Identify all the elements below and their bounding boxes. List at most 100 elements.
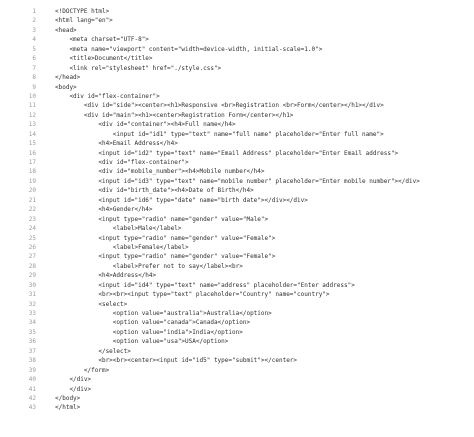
code-line[interactable]: 31 <br><br><input type="text" placeholde…	[0, 290, 474, 299]
code-line[interactable]: 40 </div>	[0, 375, 474, 384]
code-line[interactable]: 2 <html lang="en">	[0, 16, 474, 25]
line-code[interactable]: </body>	[55, 394, 80, 403]
line-code[interactable]: <br><br><input type="text" placeholder="…	[55, 290, 329, 299]
line-code[interactable]: <input id="id3" type="text" name="mobile…	[55, 177, 420, 186]
code-line[interactable]: 25 <input type="radio" name="gender" val…	[0, 234, 474, 243]
line-code[interactable]: <input type="radio" name="gender" value=…	[55, 234, 275, 243]
line-number: 25	[28, 234, 36, 242]
code-line[interactable]: 36 <option value="usa">USA</option>	[0, 337, 474, 346]
code-line[interactable]: 18 <div id="mobile_number"><h4>Mobile nu…	[0, 167, 474, 176]
code-line[interactable]: 7 <link rel="stylesheet" href="./style.c…	[0, 64, 474, 73]
line-code[interactable]: <body>	[55, 83, 77, 92]
code-line[interactable]: 20 <div id="birth_date"><h4>Date of Birt…	[0, 186, 474, 195]
code-line[interactable]: 11 <div id="side"><center><h1>Responsive…	[0, 101, 474, 110]
line-number: 40	[28, 376, 36, 384]
line-code[interactable]: </div>	[55, 385, 91, 394]
line-code[interactable]: <input id="id2" type="text" name="Email …	[55, 149, 398, 158]
code-line[interactable]: 17 <div id="flex-container">	[0, 158, 474, 167]
line-code[interactable]: <input id="id4" type="text" name="addres…	[55, 281, 354, 290]
line-code[interactable]: <div id="mobile_number"><h4>Mobile numbe…	[55, 167, 264, 176]
line-code[interactable]: <input id="id6" type="date" name="birth …	[55, 196, 308, 205]
code-line[interactable]: 37 </select>	[0, 347, 474, 356]
line-number: 1	[32, 8, 36, 15]
code-line[interactable]: 22 <h4>Gender</h4>	[0, 205, 474, 214]
code-line[interactable]: 9 <body>	[0, 83, 474, 92]
line-number: 29	[28, 272, 36, 280]
line-code[interactable]: <html lang="en">	[55, 16, 113, 25]
line-number: 19	[28, 177, 36, 185]
line-code[interactable]: </head>	[55, 73, 80, 82]
code-line[interactable]: 35 <option value="india">India</option>	[0, 328, 474, 337]
code-line[interactable]: 1 <!DOCTYPE html>	[0, 7, 474, 16]
code-line[interactable]: 29 <h4>Address</h4>	[0, 271, 474, 280]
line-code[interactable]: <option value="canada">Canada</option>	[55, 318, 250, 327]
code-line[interactable]: 39 </form>	[0, 366, 474, 375]
line-code[interactable]: <meta name="viewport" content="width=dev…	[55, 45, 322, 54]
code-line[interactable]: 33 <option value="australia">Australia</…	[0, 309, 474, 318]
line-code[interactable]: <div id="container"><h4>Full name</h4>	[55, 120, 235, 129]
code-line[interactable]: 23 <input type="radio" name="gender" val…	[0, 215, 474, 224]
line-code[interactable]: <option value="australia">Australia</opt…	[55, 309, 272, 318]
code-line[interactable]: 28 <label>Prefer not to say</label><br>	[0, 262, 474, 271]
line-code[interactable]: <select>	[55, 300, 127, 309]
line-number: 33	[28, 310, 36, 317]
code-line[interactable]: 21 <input id="id6" type="date" name="bir…	[0, 196, 474, 205]
line-code[interactable]: <label>Male</label>	[55, 224, 182, 233]
line-code[interactable]: </form>	[55, 366, 109, 375]
line-number: 39	[28, 366, 36, 374]
line-code[interactable]: <div id="birth_date"><h4>Date of Birth</…	[55, 186, 253, 195]
line-number: 4	[32, 36, 36, 44]
line-number: 36	[28, 338, 36, 346]
code-line[interactable]: 42 </body>	[0, 394, 474, 403]
line-code[interactable]: <!DOCTYPE html>	[55, 7, 109, 16]
code-line[interactable]: 19 <input id="id3" type="text" name="mob…	[0, 177, 474, 186]
code-line[interactable]: 12 <div id="main"><h1><center>Registrati…	[0, 111, 474, 120]
code-line[interactable]: 16 <input id="id2" type="text" name="Ema…	[0, 149, 474, 158]
line-code[interactable]: <div id="flex-container">	[55, 92, 159, 101]
line-code[interactable]: <link rel="stylesheet" href="./style.css…	[55, 64, 221, 73]
line-number: 14	[28, 130, 36, 138]
code-line[interactable]: 27 <input type="radio" name="gender" val…	[0, 252, 474, 261]
line-code[interactable]: <label>Prefer not to say</label><br>	[55, 262, 243, 271]
line-code[interactable]: <option value="usa">USA</option>	[55, 337, 229, 346]
code-line[interactable]: 10 <div id="flex-container">	[0, 92, 474, 101]
line-code[interactable]: <br><br><center><input id="id5" type="su…	[55, 356, 297, 365]
code-line[interactable]: 14 <input id="id1" type="text" name="ful…	[0, 130, 474, 139]
code-line[interactable]: 30 <input id="id4" type="text" name="add…	[0, 281, 474, 290]
line-code[interactable]: <label>Female</label>	[55, 243, 189, 252]
line-number: 35	[28, 328, 36, 336]
line-code[interactable]: <head>	[55, 26, 77, 35]
line-code[interactable]: <h4>Gender</h4>	[55, 205, 152, 214]
line-code[interactable]: </select>	[55, 347, 131, 356]
code-line[interactable]: 32 <select>	[0, 300, 474, 309]
line-code[interactable]: <input type="radio" name="gender" value=…	[55, 252, 275, 261]
line-code[interactable]: <h4>Email Address</h4>	[55, 139, 177, 148]
line-code[interactable]: <div id="main"><h1><center>Registration …	[55, 111, 294, 120]
code-editor[interactable]: 1 <!DOCTYPE html> 2 <html lang="en"> 3 <head>…	[0, 0, 474, 437]
line-number: 41	[28, 385, 36, 393]
line-code[interactable]: <input id="id1" type="text" name="full n…	[55, 130, 384, 139]
line-code[interactable]: <option value="india">India</option>	[55, 328, 243, 337]
line-code[interactable]: <input type="radio" name="gender" value=…	[55, 215, 268, 224]
line-code[interactable]: <div id="side"><center><h1>Responsive <b…	[55, 101, 384, 110]
code-line[interactable]: 4 <meta charset="UTF-8">	[0, 35, 474, 44]
code-line[interactable]: 5 <meta name="viewport" content="width=d…	[0, 45, 474, 54]
code-line[interactable]: 34 <option value="canada">Canada</option…	[0, 318, 474, 327]
code-line[interactable]: 8 </head>	[0, 73, 474, 82]
code-line[interactable]: 3 <head>	[0, 26, 474, 35]
code-line[interactable]: 43 </html>	[0, 403, 474, 412]
code-line[interactable]: 13 <div id="container"><h4>Full name</h4…	[0, 120, 474, 129]
line-code[interactable]: </html>	[55, 403, 80, 412]
line-code[interactable]: <div id="flex-container">	[55, 158, 188, 167]
code-line[interactable]: 41 </div>	[0, 385, 474, 394]
code-line[interactable]: 24 <label>Male</label>	[0, 224, 474, 233]
line-code[interactable]: </div>	[55, 375, 91, 384]
code-line[interactable]: 6 <title>Document</title>	[0, 54, 474, 63]
line-code[interactable]: <title>Document</title>	[55, 54, 152, 63]
line-number: 22	[28, 206, 36, 214]
line-code[interactable]: <meta charset="UTF-8">	[55, 35, 148, 44]
code-line[interactable]: 26 <label>Female</label>	[0, 243, 474, 252]
code-line[interactable]: 15 <h4>Email Address</h4>	[0, 139, 474, 148]
code-line[interactable]: 38 <br><br><center><input id="id5" type=…	[0, 356, 474, 365]
line-code[interactable]: <h4>Address</h4>	[55, 271, 156, 280]
